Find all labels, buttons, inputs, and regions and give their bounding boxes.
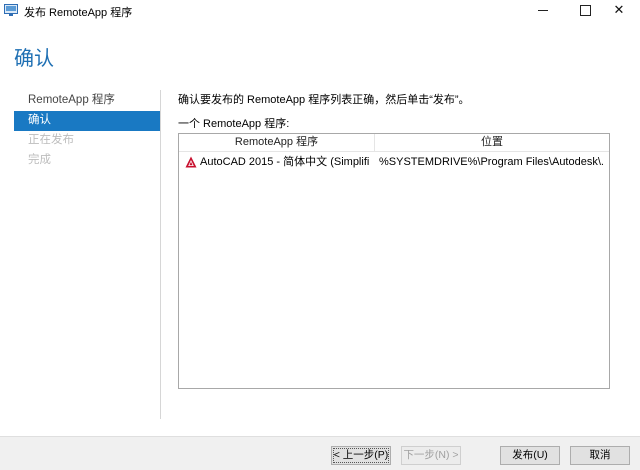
remoteapp-icon (4, 4, 18, 16)
program-location: %SYSTEMDRIVE%\Program Files\Autodesk\... (379, 156, 604, 168)
close-button[interactable]: ✕ (604, 0, 634, 20)
program-name: AutoCAD 2015 - 简体中文 (Simplifi (200, 156, 370, 168)
list-item[interactable]: AutoCAD 2015 - 简体中文 (Simplifi %SYSTEMDRI… (179, 153, 609, 171)
list-label: 一个 RemoteApp 程序: (178, 118, 290, 130)
minimize-icon (538, 9, 548, 11)
close-icon: ✕ (613, 2, 625, 17)
step-complete: 完成 (28, 154, 51, 166)
maximize-button[interactable] (570, 0, 600, 20)
wizard-steps: RemoteApp 程序 确认 正在发布 完成 (14, 91, 160, 171)
instruction-text: 确认要发布的 RemoteApp 程序列表正确，然后单击“发布”。 (178, 94, 470, 106)
step-publishing: 正在发布 (28, 134, 74, 146)
next-button[interactable]: 下一步(N) > (401, 446, 461, 465)
nav-divider (160, 90, 161, 419)
minimize-button[interactable] (528, 0, 558, 20)
publish-button[interactable]: 发布(U) (500, 446, 560, 465)
step-confirm[interactable]: 确认 (14, 111, 160, 131)
program-list[interactable]: RemoteApp 程序 位置 AutoCAD 2015 - 简体中文 (Sim… (178, 133, 610, 389)
previous-button[interactable]: < 上一步(P) (331, 446, 391, 465)
program-name-cell: AutoCAD 2015 - 简体中文 (Simplifi (185, 153, 373, 171)
page-title: 确认 (14, 48, 54, 70)
column-header-location[interactable]: 位置 (375, 134, 609, 152)
cancel-button[interactable]: 取消 (570, 446, 630, 465)
column-header-program[interactable]: RemoteApp 程序 (179, 134, 375, 152)
maximize-icon (579, 4, 591, 16)
autocad-icon (185, 156, 197, 168)
window-title: 发布 RemoteApp 程序 (24, 7, 133, 19)
step-remoteapp-programs[interactable]: RemoteApp 程序 (14, 91, 160, 111)
title-bar: 发布 RemoteApp 程序 ✕ (0, 0, 640, 22)
